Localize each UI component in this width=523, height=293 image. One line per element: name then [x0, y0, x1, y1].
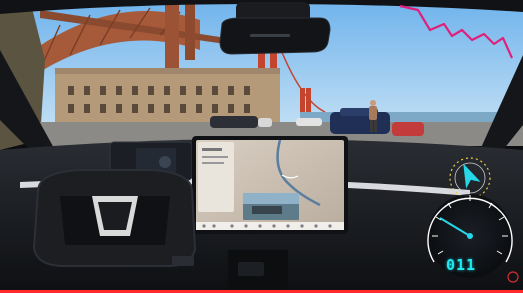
center-touchscreen [192, 136, 348, 234]
video-frame: 011 [0, 0, 523, 293]
dashcam-scene [0, 0, 523, 293]
speed-readout: 011 [446, 256, 477, 274]
steering-yoke [32, 169, 197, 267]
